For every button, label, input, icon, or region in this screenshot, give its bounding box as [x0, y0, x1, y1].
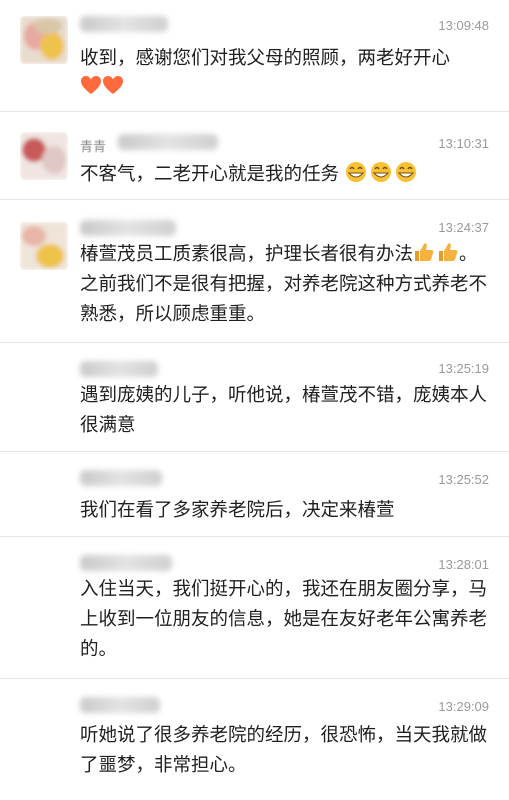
message-time: 13:29:09	[438, 699, 489, 714]
message-item: 13:25:19 遇到庞姨的儿子，听他说，椿萱茂不错，庞姨本人很满意	[0, 343, 509, 452]
message-text: 我们在看了多家养老院后，决定来椿萱	[80, 500, 395, 521]
message-item: 13:29:09 听她说了很多养老院的经历，很恐怖，当天我就做了噩梦，非常担心。	[0, 679, 509, 800]
message-item: 13:25:52 我们在看了多家养老院后，决定来椿萱	[0, 452, 509, 537]
message-item: 青青 13:10:31 不客气，二老开心就是我的任务	[0, 112, 509, 200]
grin-emoji-icon	[345, 161, 417, 183]
sender-name-redacted	[80, 697, 160, 713]
sender-name-redacted	[80, 361, 158, 377]
message-time: 13:25:19	[438, 361, 489, 376]
message-time: 13:09:48	[438, 18, 489, 33]
sender-name: 青青	[80, 140, 107, 155]
message-text: 不客气，二老开心就是我的任务	[80, 160, 489, 190]
message-time: 13:24:37	[438, 220, 489, 235]
heart-icon	[80, 75, 124, 97]
sender-name-redacted	[80, 220, 176, 236]
message-time: 13:28:01	[438, 557, 489, 572]
sender-name-redacted	[80, 470, 162, 486]
message-time: 13:10:31	[438, 136, 489, 151]
thumbs-up-icon	[413, 241, 459, 263]
blurred-avatar-icon[interactable]	[20, 16, 68, 64]
message-text: 椿萱茂员工质素很高，护理长者很有办法 。之前我们不是很有把握，对养老院这种方式养…	[80, 240, 489, 330]
message-text-content: 收到，感谢您们对我父母的照顾，两老好开心	[80, 48, 451, 69]
message-text-content: 不客气，二老开心就是我的任务	[80, 164, 340, 185]
message-text: 遇到庞姨的儿子，听他说，椿萱茂不错，庞姨本人很满意	[80, 385, 488, 436]
message-item: 13:24:37 椿萱茂员工质素很高，护理长者很有办法 。之前我们不是很有把握，…	[0, 200, 509, 343]
message-item: 13:28:01 入住当天，我们挺开心的，我还在朋友圈分享，马上收到一位朋友的信…	[0, 537, 509, 679]
message-item: 13:09:48 收到，感谢您们对我父母的照顾，两老好开心	[0, 0, 509, 112]
sender-name-redacted	[80, 16, 168, 32]
blurred-avatar-icon[interactable]	[20, 132, 68, 180]
blurred-avatar-icon[interactable]	[20, 222, 68, 270]
message-text: 收到，感谢您们对我父母的照顾，两老好开心	[80, 44, 489, 104]
sender-name-redacted	[80, 555, 172, 571]
message-text: 听她说了很多养老院的经历，很恐怖，当天我就做了噩梦，非常担心。	[80, 725, 488, 776]
message-text-part1: 椿萱茂员工质素很高，护理长者很有办法	[80, 244, 414, 265]
message-text: 入住当天，我们挺开心的，我还在朋友圈分享，马上收到一位朋友的信息，她是在友好老年…	[80, 579, 488, 660]
message-time: 13:25:52	[438, 472, 489, 487]
sender-name-redacted	[118, 134, 218, 150]
